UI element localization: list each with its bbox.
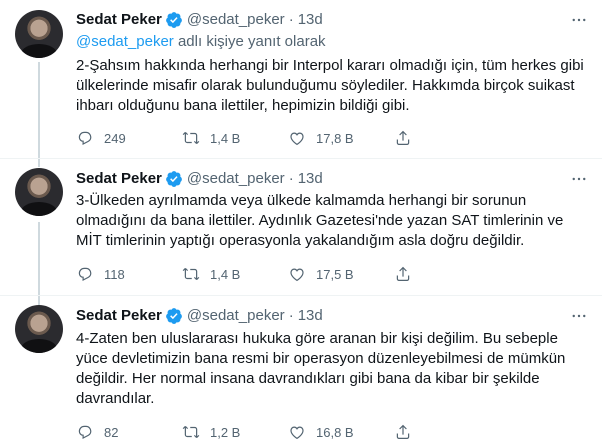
tweet[interactable]: Sedat Peker @sedat_peker · 13d @sedat_pe…	[0, 0, 602, 158]
tweet-actions: 249 1,4 B 17,8 B	[76, 128, 422, 148]
avatar[interactable]	[15, 168, 63, 216]
like-icon	[290, 268, 304, 282]
reply-icon	[78, 425, 92, 439]
reply-icon	[78, 131, 92, 145]
tweet-actions: 118 1,4 B 17,5 B	[76, 264, 422, 284]
separator-dot: ·	[288, 307, 294, 324]
reply-button[interactable]: 118	[76, 264, 182, 284]
share-button[interactable]	[394, 422, 422, 439]
reply-count: 118	[104, 266, 125, 282]
share-button[interactable]	[394, 264, 422, 284]
reply-count: 249	[104, 130, 126, 146]
timestamp[interactable]: 13d	[298, 10, 323, 30]
tweet-header: Sedat Peker @sedat_peker · 13d	[76, 169, 323, 189]
tweet-actions: 82 1,2 B 16,8 B	[76, 422, 422, 439]
share-button[interactable]	[394, 128, 422, 148]
tweet-header: Sedat Peker @sedat_peker · 13d	[76, 306, 323, 326]
retweet-icon	[182, 425, 200, 439]
retweet-count: 1,4 B	[210, 266, 241, 282]
tweet[interactable]: Sedat Peker @sedat_peker · 13d 4-Zaten b…	[0, 295, 602, 439]
reply-button[interactable]: 82	[76, 422, 182, 439]
like-count: 17,5 B	[316, 266, 354, 282]
like-count: 17,8 B	[316, 130, 354, 146]
like-button[interactable]: 17,5 B	[288, 264, 394, 284]
author-name[interactable]: Sedat Peker	[76, 306, 162, 326]
retweet-count: 1,4 B	[210, 130, 241, 146]
avatar[interactable]	[15, 10, 63, 58]
reply-mention-link[interactable]: @sedat_peker	[76, 33, 174, 50]
retweet-button[interactable]: 1,4 B	[182, 128, 288, 148]
reply-count: 82	[104, 424, 119, 439]
retweet-icon	[182, 267, 200, 281]
verified-badge-icon	[166, 171, 182, 187]
avatar[interactable]	[15, 305, 63, 353]
reply-context-label: adlı kişiye yanıt olarak	[173, 33, 326, 50]
reply-context: @sedat_peker adlı kişiye yanıt olarak	[76, 32, 326, 52]
share-icon	[396, 130, 410, 145]
tweet-text: 3-Ülkeden ayrılmamda veya ülkede kalmamd…	[76, 192, 564, 249]
share-icon	[396, 266, 410, 281]
retweet-count: 1,2 B	[210, 424, 241, 439]
separator-dot: ·	[288, 11, 294, 28]
tweet-text: 2-Şahsım hakkında herhangi bir Interpol …	[76, 57, 584, 114]
more-options-icon[interactable]	[570, 11, 588, 29]
reply-button[interactable]: 249	[76, 128, 182, 148]
share-icon	[396, 424, 410, 439]
like-button[interactable]: 16,8 B	[288, 422, 394, 439]
retweet-icon	[182, 131, 200, 145]
separator-dot: ·	[288, 170, 294, 187]
reply-icon	[78, 267, 92, 281]
like-count: 16,8 B	[316, 424, 354, 439]
more-options-icon[interactable]	[570, 170, 588, 188]
verified-badge-icon	[166, 12, 182, 28]
tweet-header: Sedat Peker @sedat_peker · 13d	[76, 10, 323, 30]
tweet-text: 4-Zaten ben uluslararası hukuka göre ara…	[76, 330, 566, 407]
retweet-button[interactable]: 1,2 B	[182, 422, 288, 439]
more-options-icon[interactable]	[570, 307, 588, 325]
like-icon	[290, 426, 304, 439]
like-button[interactable]: 17,8 B	[288, 128, 394, 148]
author-name[interactable]: Sedat Peker	[76, 169, 162, 189]
timestamp[interactable]: 13d	[298, 169, 323, 189]
author-handle[interactable]: @sedat_peker	[187, 10, 285, 30]
verified-badge-icon	[166, 308, 182, 324]
like-icon	[290, 132, 304, 146]
author-handle[interactable]: @sedat_peker	[187, 169, 285, 189]
author-name[interactable]: Sedat Peker	[76, 10, 162, 30]
timestamp[interactable]: 13d	[298, 306, 323, 326]
retweet-button[interactable]: 1,4 B	[182, 264, 288, 284]
author-handle[interactable]: @sedat_peker	[187, 306, 285, 326]
tweet[interactable]: Sedat Peker @sedat_peker · 13d 3-Ülkeden…	[0, 158, 602, 295]
